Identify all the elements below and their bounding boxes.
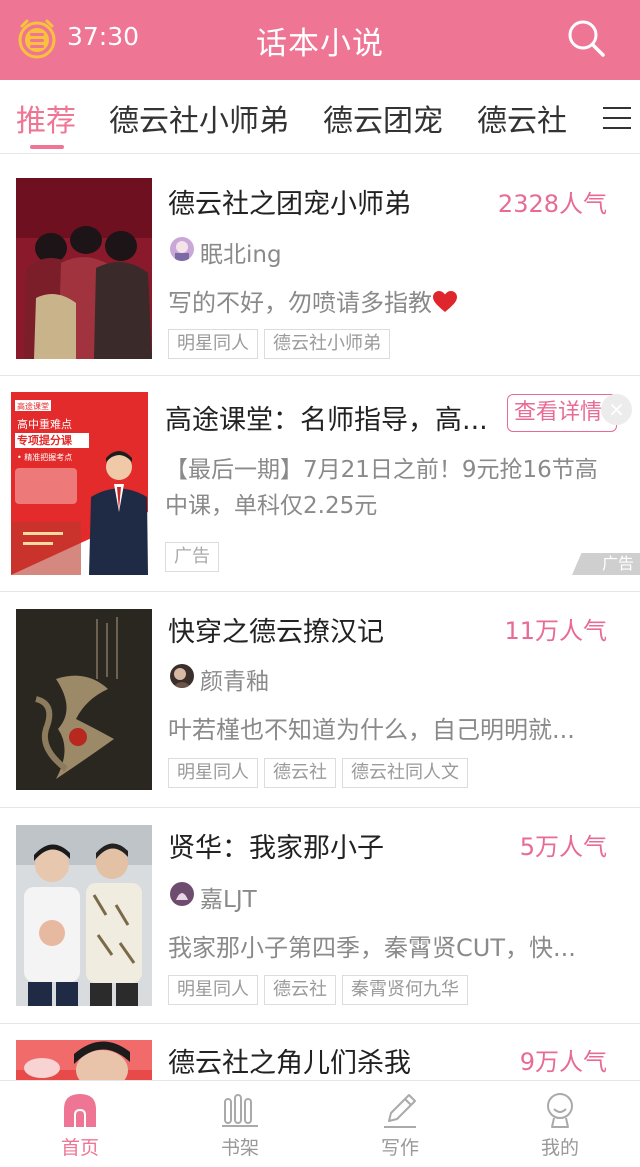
heart-icon bbox=[433, 291, 457, 312]
author-avatar bbox=[170, 237, 194, 261]
category-tabs: 推荐 德云社小师弟 德云团宠 德云社 bbox=[0, 80, 640, 154]
ad-tag: 广告 bbox=[165, 542, 219, 572]
tab-recommend[interactable]: 推荐 bbox=[16, 96, 76, 140]
menu-icon[interactable] bbox=[603, 102, 633, 130]
book-cover[interactable] bbox=[16, 1040, 152, 1080]
author-name: 颜青釉 bbox=[200, 669, 269, 695]
book-description: 我家那小子第四季，秦霄贤CUT，快... bbox=[168, 934, 576, 962]
author-name: 嘉LJT bbox=[200, 887, 257, 913]
book-description: 叶若槿也不知道为什么，自己明明就... bbox=[168, 716, 575, 744]
book-title[interactable]: 德云社之角儿们杀我 bbox=[168, 1041, 411, 1080]
ad-description: 【最后一期】7月21日之前！9元抢16节高中课，单科仅2.25元 bbox=[165, 457, 598, 519]
nav-label: 写作 bbox=[380, 1137, 419, 1159]
book-title[interactable]: 德云社之团宠小师弟 bbox=[168, 182, 411, 221]
active-tab-indicator bbox=[30, 145, 64, 149]
tag[interactable]: 明星同人 bbox=[168, 758, 258, 788]
ad-cover[interactable]: 高途课堂 高中重难点 专项提分课 • 精准把握考点 bbox=[11, 392, 148, 575]
tab-deyun-tuanchong[interactable]: 德云团宠 bbox=[323, 96, 443, 140]
tab-deyunshe[interactable]: 德云社 bbox=[477, 96, 567, 140]
popularity-count: 11万人气 bbox=[504, 617, 607, 645]
search-icon[interactable] bbox=[566, 18, 606, 58]
book-cover[interactable] bbox=[16, 825, 152, 1006]
popularity-count: 2328人气 bbox=[497, 190, 607, 218]
tag[interactable]: 明星同人 bbox=[168, 329, 258, 359]
tab-deyunshe-xiaoshidi[interactable]: 德云社小师弟 bbox=[109, 96, 289, 140]
ad-cover-line2: 专项提分课 bbox=[17, 433, 73, 447]
divider bbox=[0, 375, 640, 376]
profile-icon bbox=[547, 1093, 573, 1128]
divider bbox=[0, 1023, 640, 1024]
ad-cover-line1: 高中重难点 bbox=[17, 417, 72, 431]
close-icon[interactable]: × bbox=[601, 394, 632, 425]
nav-label: 我的 bbox=[540, 1137, 579, 1159]
book-title[interactable]: 快穿之德云撩汉记 bbox=[168, 610, 384, 649]
tag-list: 明星同人 德云社 秦霄贤何九华 bbox=[168, 975, 474, 1007]
ad-title[interactable]: 高途课堂：名师指导，高... bbox=[165, 398, 495, 437]
book-description: 写的不好，勿喷请多指教 bbox=[168, 283, 616, 318]
divider bbox=[0, 807, 640, 808]
nav-write[interactable]: 写作 bbox=[320, 1081, 480, 1167]
bottom-nav: 首页 书架 写作 我的 bbox=[0, 1080, 640, 1167]
tag-list: 明星同人 德云社小师弟 bbox=[168, 329, 396, 361]
tag[interactable]: 秦霄贤何九华 bbox=[342, 975, 468, 1005]
ad-mark: 广告 bbox=[572, 553, 640, 575]
tag[interactable]: 德云社小师弟 bbox=[264, 329, 390, 359]
author-avatar bbox=[170, 882, 194, 906]
book-feed[interactable]: 德云社之团宠小师弟 2328人气 眠北ing 写的不好，勿喷请多指教 明星同人德… bbox=[0, 155, 640, 1080]
tag[interactable]: 德云社 bbox=[264, 758, 336, 788]
tag-list: 明星同人 德云社 德云社同人文 bbox=[168, 758, 474, 790]
ad-cover-brand: 高途课堂 bbox=[17, 401, 49, 411]
tag[interactable]: 明星同人 bbox=[168, 975, 258, 1005]
nav-bookshelf[interactable]: 书架 bbox=[160, 1081, 320, 1167]
nav-label: 书架 bbox=[220, 1137, 259, 1159]
nav-profile[interactable]: 我的 bbox=[480, 1081, 640, 1167]
app-title: 话本小说 bbox=[256, 26, 384, 62]
book-cover[interactable] bbox=[16, 609, 152, 790]
tag[interactable]: 德云社 bbox=[264, 975, 336, 1005]
popularity-count: 9万人气 bbox=[519, 1048, 607, 1076]
tag[interactable]: 德云社同人文 bbox=[342, 758, 468, 788]
home-icon bbox=[64, 1094, 96, 1127]
nav-home[interactable]: 首页 bbox=[0, 1081, 160, 1167]
pen-icon bbox=[384, 1094, 416, 1128]
popularity-count: 5万人气 bbox=[519, 833, 607, 861]
nav-label: 首页 bbox=[60, 1137, 99, 1159]
book-cover[interactable] bbox=[16, 178, 152, 359]
top-bar: 37:30 话本小说 bbox=[0, 0, 640, 80]
author-avatar bbox=[170, 664, 194, 688]
ad-cover-line3: • 精准把握考点 bbox=[17, 452, 72, 462]
book-title[interactable]: 贤华：我家那小子 bbox=[168, 826, 384, 865]
author-name: 眠北ing bbox=[200, 242, 282, 268]
divider bbox=[0, 591, 640, 592]
bookshelf-icon bbox=[222, 1094, 258, 1127]
